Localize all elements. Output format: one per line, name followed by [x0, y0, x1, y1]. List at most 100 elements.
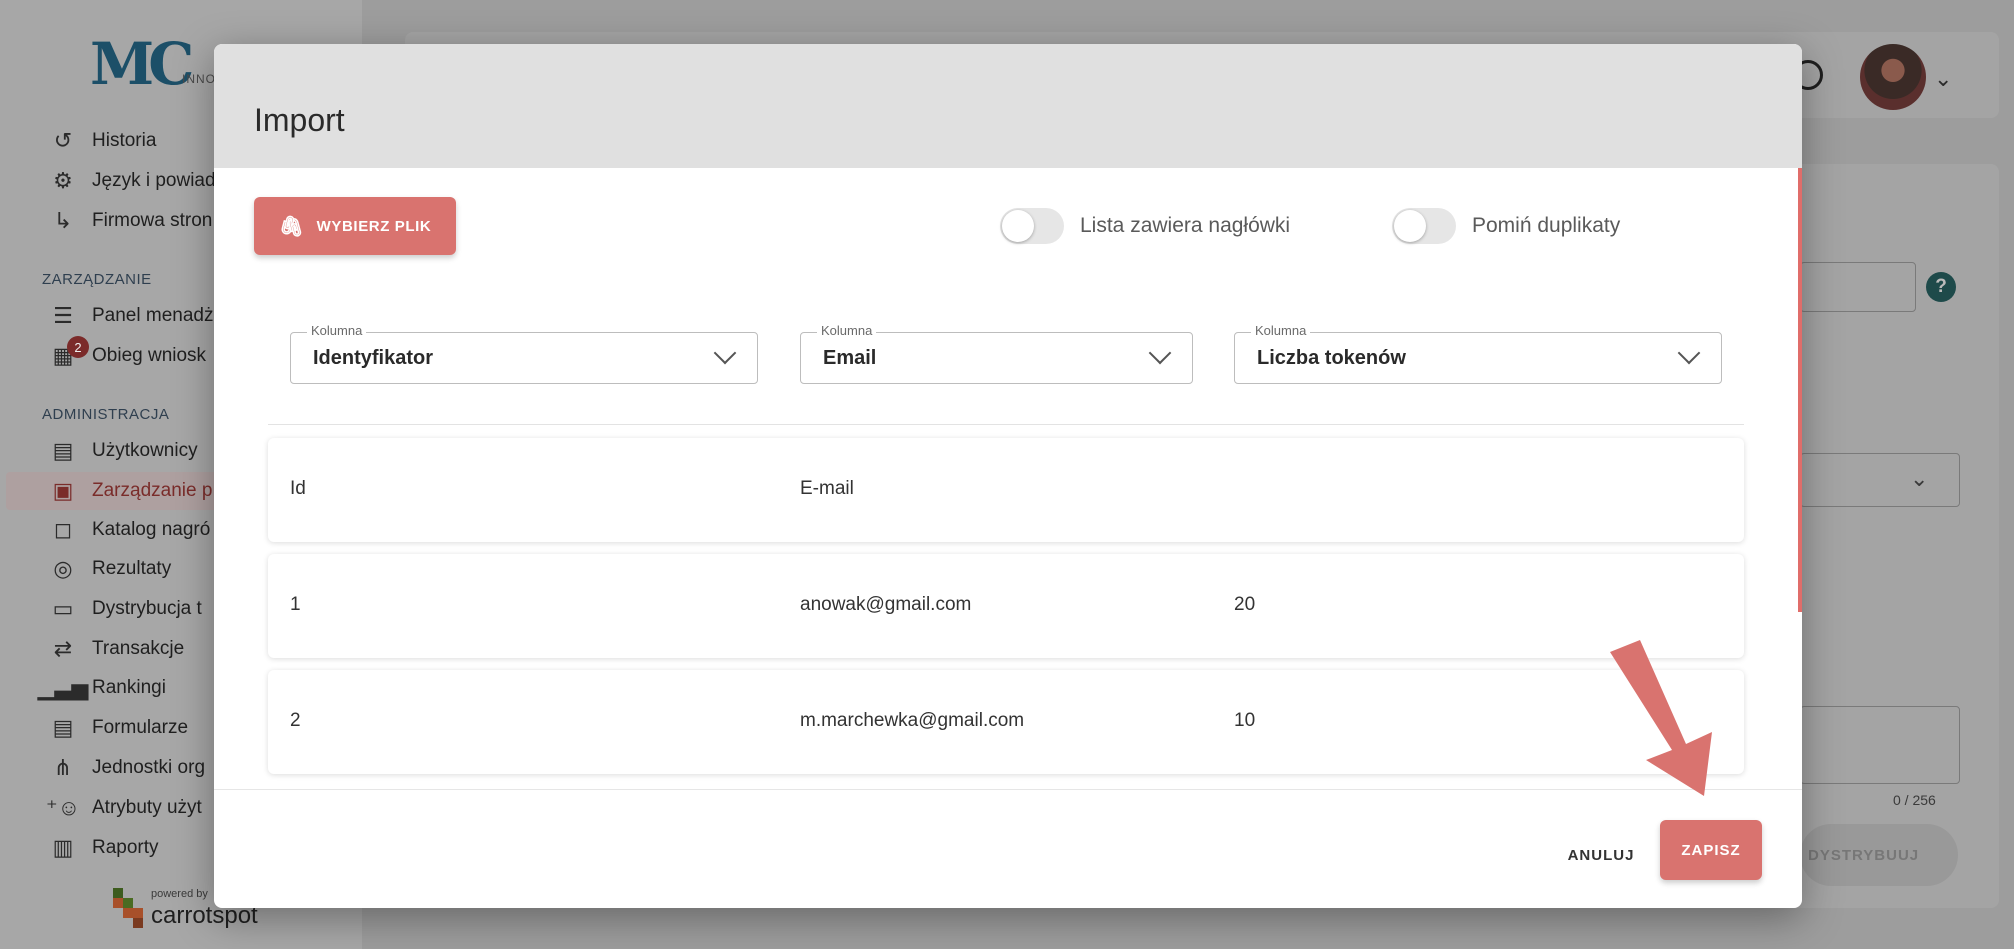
scrollbar[interactable]	[1798, 168, 1802, 612]
clipboard-icon: ▥	[52, 835, 74, 860]
chevron-down-icon	[713, 341, 737, 365]
toggle-knob	[1002, 210, 1034, 242]
sidebar-item-company-page[interactable]: ↳ Firmowa stron	[50, 202, 213, 240]
sidebar-item-users[interactable]: ▤ Użytkownicy	[50, 432, 198, 470]
sidebar-item-manager-panel[interactable]: ☰ Panel menadż	[50, 297, 213, 335]
user-plus-icon: ⁺☺	[45, 795, 81, 820]
sidebar-item-label: Zarządzanie p	[92, 480, 213, 501]
column-select-legend: Kolumna	[307, 323, 367, 338]
toggle-headers[interactable]: Lista zawiera nagłówki	[1000, 206, 1290, 246]
notification-badge: 2	[67, 336, 89, 358]
table-cell: anowak@gmail.com	[800, 594, 972, 615]
table-cell: m.marchewka@gmail.com	[800, 710, 1025, 731]
sidebar-item-label: Historia	[92, 130, 157, 151]
choose-file-label: WYBIERZ PLIK	[316, 217, 432, 235]
background-select[interactable]	[1800, 453, 1960, 507]
sidebar-item-language[interactable]: ⚙ Język i powiad	[50, 162, 216, 200]
column-select-1[interactable]: Kolumna Identyfikator	[290, 323, 758, 384]
toggle-knob	[1394, 210, 1426, 242]
table-cell: 2	[290, 710, 301, 731]
sidebar-item-label: Dystrybucja t	[92, 598, 202, 619]
sidebar-item-management[interactable]: ▣ Zarządzanie p	[50, 472, 213, 510]
footer-divider	[214, 789, 1802, 790]
chevron-down-icon[interactable]: ⌄	[1934, 66, 1952, 92]
column-select-legend: Kolumna	[1251, 323, 1311, 338]
table-row: 2 m.marchewka@gmail.com 10	[268, 670, 1744, 774]
toggle-switch[interactable]	[1000, 208, 1064, 244]
app-logo: MC INNOV	[90, 35, 224, 93]
background-input[interactable]	[1800, 262, 1916, 312]
logo-mark: MC	[90, 30, 194, 98]
table-row: 1 anowak@gmail.com 20	[268, 554, 1744, 658]
bar-chart-icon: ▁▃▅	[37, 675, 89, 700]
choose-file-button[interactable]: 🖇 WYBIERZ PLIK	[254, 197, 456, 255]
chevron-down-icon	[1148, 341, 1172, 365]
toggle-headers-label: Lista zawiera nagłówki	[1080, 214, 1291, 237]
toggle-duplicates-label: Pomiń duplikaty	[1472, 214, 1621, 237]
cancel-button[interactable]: ANULUJ	[1556, 838, 1646, 872]
column-select-legend: Kolumna	[817, 323, 877, 338]
column-select-3[interactable]: Kolumna Liczba tokenów	[1234, 323, 1722, 384]
sidebar-item-distribution[interactable]: ▭ Dystrybucja t	[50, 590, 202, 628]
column-select-2[interactable]: Kolumna Email	[800, 323, 1193, 384]
sidebar-item-user-attributes[interactable]: ⁺☺ Atrybuty użyt	[45, 789, 202, 827]
table-cell: 20	[1234, 594, 1256, 615]
sidebar-item-results[interactable]: ◎ Rezultaty	[50, 550, 171, 588]
history-icon: ↺	[53, 128, 73, 153]
sidebar-item-label: Język i powiad	[92, 170, 216, 191]
table-cell: 10	[1234, 710, 1256, 731]
folder-star-icon: ▣	[52, 478, 74, 503]
form-icon: ▤	[52, 715, 74, 740]
divider	[268, 424, 1744, 425]
dialog-title: Import	[254, 102, 345, 138]
distribute-button[interactable]: DYSTRYBUUJ	[1800, 824, 1958, 886]
logo-square	[113, 898, 123, 908]
sidebar-item-label: Formularze	[92, 717, 189, 738]
powered-by-label: powered by	[151, 888, 208, 900]
pointer-arrow-icon	[1610, 640, 1712, 796]
sidebar-item-label: Obieg wniosk	[92, 345, 207, 366]
table-row: Id E-mail	[268, 438, 1744, 542]
sidebar-item-label: Firmowa stron	[92, 210, 213, 231]
background-textarea[interactable]	[1800, 706, 1960, 784]
logo-square	[123, 898, 133, 908]
toggle-switch[interactable]	[1392, 208, 1456, 244]
sidebar-item-label: Użytkownicy	[92, 440, 198, 461]
sidebar-item-label: Raporty	[92, 837, 159, 858]
org-tree-icon: ⋔	[53, 755, 73, 780]
ticket-icon: ▭	[52, 596, 74, 621]
logo-square	[113, 888, 123, 898]
sidebar-item-label: Atrybuty użyt	[92, 797, 202, 818]
section-heading-manage: ZARZĄDZANIE	[42, 271, 152, 288]
users-card-icon: ▤	[52, 438, 74, 463]
column-select-value: Liczba tokenów	[1257, 347, 1406, 369]
sidebar-item-label: Jednostki org	[92, 757, 206, 778]
help-question-icon[interactable]: ?	[1926, 272, 1956, 302]
sidebar-item-forms[interactable]: ▤ Formularze	[50, 709, 188, 747]
section-heading-admin: ADMINISTRACJA	[42, 406, 170, 423]
sidebar-item-label: Rankingi	[92, 677, 166, 698]
save-button[interactable]: ZAPISZ	[1660, 820, 1762, 880]
gear-icon: ⚙	[53, 168, 73, 193]
avatar[interactable]	[1860, 44, 1926, 110]
sidebar-item-label: Katalog nagró	[92, 519, 211, 540]
sidebar-item-label: Panel menadż	[92, 305, 214, 326]
column-select-value: Identyfikator	[313, 347, 434, 369]
sidebar-item-transactions[interactable]: ⇄ Transakcje	[50, 630, 184, 668]
return-arrow-icon: ↳	[53, 208, 73, 233]
target-icon: ◎	[53, 556, 73, 581]
toggle-duplicates[interactable]: Pomiń duplikaty	[1392, 206, 1620, 246]
sidebar-item-historia[interactable]: ↺ Historia	[50, 122, 157, 160]
dialog-header: Import	[214, 44, 1802, 168]
table-cell: Id	[290, 478, 306, 499]
sidebar-item-reports[interactable]: ▥ Raporty	[50, 829, 159, 867]
column-select-value: Email	[823, 347, 877, 369]
table-cell: E-mail	[800, 478, 854, 499]
paperclip-icon: 🖇	[278, 215, 305, 238]
sidebar-item-org-units[interactable]: ⋔ Jednostki org	[50, 749, 205, 787]
sidebar-item-rankings[interactable]: ▁▃▅ Rankingi	[37, 669, 166, 707]
logo-square	[133, 908, 143, 918]
sidebar-item-label: Transakcje	[92, 638, 185, 659]
bag-icon: ◻	[53, 517, 73, 542]
sidebar-item-catalog[interactable]: ◻ Katalog nagró	[50, 511, 210, 549]
